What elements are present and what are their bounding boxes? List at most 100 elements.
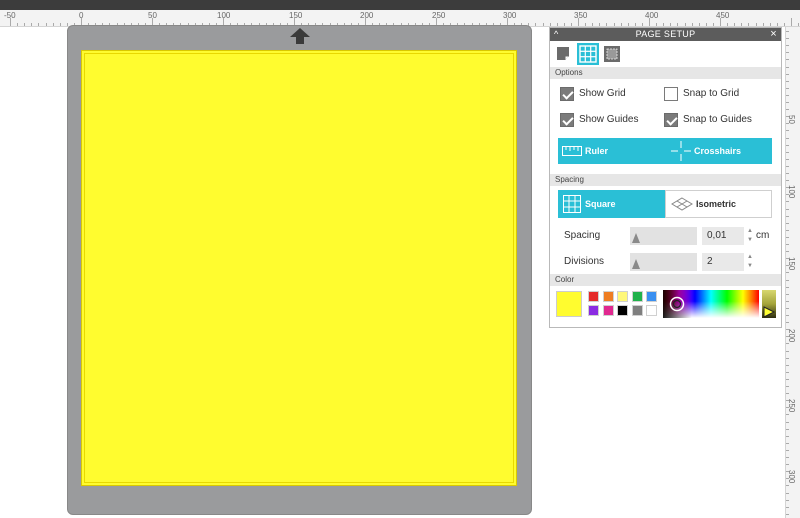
isometric-grid-button[interactable]: Isometric	[665, 190, 772, 218]
ruler-tick	[720, 18, 721, 26]
ruler-tick	[38, 23, 40, 26]
ruler-tick	[786, 109, 789, 111]
ruler-tick	[656, 23, 658, 26]
ruler-tick	[786, 428, 789, 430]
ruler-tick	[786, 343, 789, 345]
ruler-tick	[786, 478, 789, 480]
ruler-tick	[786, 258, 789, 260]
ruler-tick	[535, 23, 537, 26]
ruler-tick	[66, 23, 68, 26]
ruler-tick	[786, 73, 789, 75]
snap-to-grid-label: Snap to Grid	[683, 88, 740, 99]
ruler-tick	[556, 23, 558, 26]
ruler-tick	[606, 23, 608, 26]
divisions-input[interactable]: 2	[702, 253, 744, 271]
ruler-tick	[786, 300, 789, 302]
ruler-tick	[786, 173, 789, 174]
ruler-tick	[677, 23, 679, 26]
ruler-tick	[786, 471, 789, 473]
slider-thumb[interactable]	[632, 233, 640, 243]
ruler-tick	[786, 442, 789, 444]
crosshairs-icon	[671, 141, 691, 161]
page-setup-panel: ^ PAGE SETUP × Options Show Grid Snap to…	[549, 27, 782, 328]
ruler-tick	[786, 123, 789, 125]
ruler-tick	[786, 265, 789, 267]
spacing-slider[interactable]	[630, 227, 697, 245]
square-grid-icon	[563, 195, 581, 213]
ruler-tick	[786, 322, 789, 324]
ruler-tick	[786, 293, 789, 295]
color-swatch[interactable]	[631, 305, 643, 316]
close-icon[interactable]: ×	[770, 28, 777, 41]
current-color-swatch[interactable]	[556, 291, 582, 317]
divisions-slider[interactable]	[630, 253, 697, 271]
top-window-bar	[0, 0, 800, 10]
ruler-tick	[786, 80, 789, 82]
spacing-section: Square Isometric Spacing 0,01 ▲ ▼ cm Divi…	[550, 186, 781, 274]
snap-to-guides-label: Snap to Guides	[683, 114, 752, 125]
ruler-tick	[786, 52, 789, 54]
ruler-tick	[698, 23, 700, 26]
collapse-icon[interactable]: ^	[554, 28, 559, 41]
ruler-label: 300	[503, 11, 517, 20]
show-guides-checkbox[interactable]	[560, 113, 574, 127]
ruler-tick	[634, 23, 636, 26]
divisions-stepper[interactable]: ▲ ▼	[746, 253, 754, 271]
ruler-tick	[613, 23, 615, 26]
color-swatch[interactable]	[631, 291, 643, 302]
ruler-tick	[786, 222, 789, 224]
color-picker-target-icon	[669, 296, 685, 312]
ruler-tick	[786, 187, 789, 189]
color-swatch[interactable]	[646, 305, 657, 316]
color-spectrum-picker[interactable]	[663, 290, 759, 318]
ruler-label: 350	[574, 11, 588, 20]
tab-cut-border[interactable]	[601, 43, 623, 65]
ruler-tick	[786, 378, 789, 380]
ruler-tick	[786, 137, 789, 139]
square-grid-button[interactable]: Square	[558, 190, 665, 218]
ruler-tick	[786, 457, 789, 458]
tab-page[interactable]	[553, 43, 575, 65]
snap-to-guides-checkbox[interactable]	[664, 113, 678, 127]
ruler-tick	[599, 23, 601, 26]
crosshairs-button[interactable]: Crosshairs	[663, 138, 772, 164]
ruler-tick	[786, 87, 789, 89]
color-swatch[interactable]	[602, 291, 614, 302]
ruler-label: 250	[432, 11, 446, 20]
ruler-tick	[786, 102, 789, 103]
spacing-unit: cm	[756, 230, 770, 241]
ruler-tick	[620, 23, 622, 26]
color-swatch[interactable]	[646, 291, 657, 302]
ruler-tick	[786, 59, 789, 61]
tab-grid[interactable]	[577, 43, 599, 65]
brightness-slider[interactable]	[762, 290, 776, 318]
snap-to-grid-checkbox[interactable]	[664, 87, 678, 101]
paper-sheet[interactable]	[81, 50, 517, 486]
slider-thumb[interactable]	[632, 259, 640, 269]
ruler-button[interactable]: Ruler	[558, 138, 663, 164]
ruler-tick	[786, 386, 789, 387]
show-grid-checkbox[interactable]	[560, 87, 574, 101]
color-swatch[interactable]	[602, 305, 614, 316]
color-swatch[interactable]	[588, 291, 599, 302]
cut-border-icon	[604, 46, 620, 62]
ruler-tick	[748, 23, 750, 26]
ruler-tick	[10, 18, 11, 26]
ruler-tick	[627, 23, 629, 26]
ruler-tick	[542, 23, 544, 26]
color-swatch[interactable]	[588, 305, 599, 316]
spacing-stepper[interactable]: ▲ ▼	[746, 227, 754, 245]
ruler-tick	[786, 236, 789, 238]
color-swatch[interactable]	[617, 305, 628, 316]
ruler-tick	[691, 23, 693, 26]
page-icon	[557, 47, 569, 60]
vertical-ruler: 50 100 150 200 250 300	[785, 27, 800, 518]
divisions-label: Divisions	[564, 256, 605, 267]
ruler-tick	[786, 130, 789, 132]
isometric-grid-icon	[671, 197, 693, 211]
color-swatch[interactable]	[617, 291, 628, 302]
ruler-tick	[786, 215, 789, 217]
spacing-input[interactable]: 0,01	[702, 227, 744, 245]
ruler-tick	[786, 307, 789, 309]
ruler-tick	[786, 492, 789, 494]
